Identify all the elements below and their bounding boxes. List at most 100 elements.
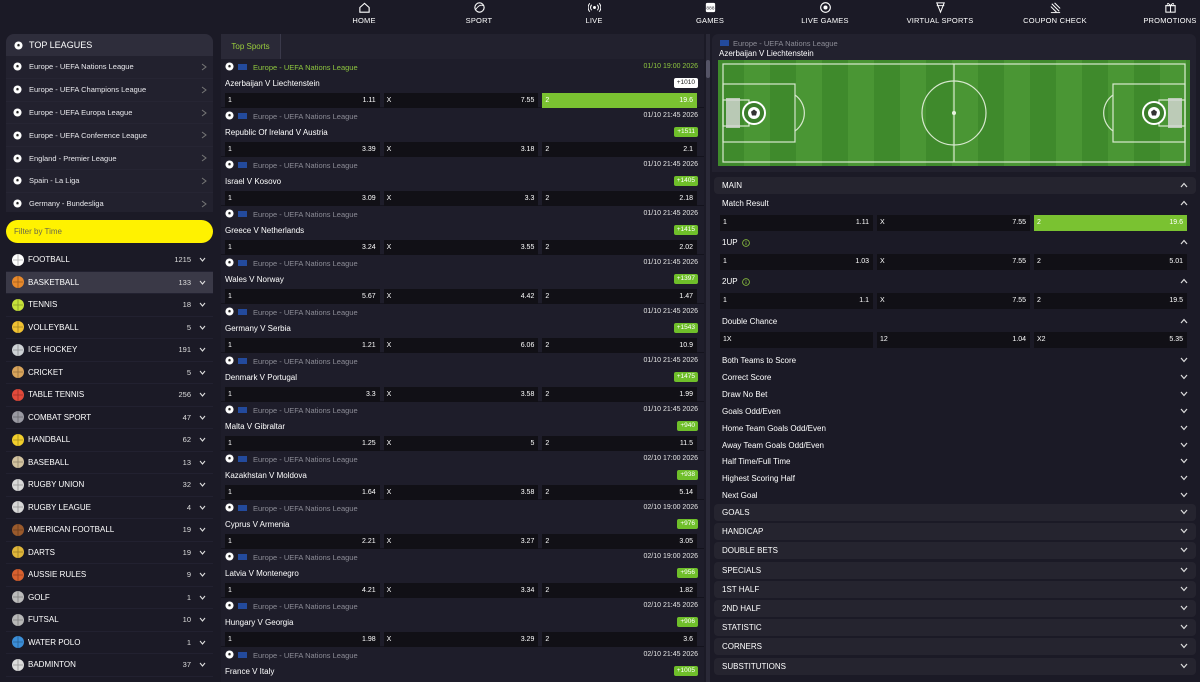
market-1up[interactable]: 1UP (714, 234, 1196, 251)
market-draw-no-bet[interactable]: Draw No Bet (714, 386, 1196, 403)
odd-home-button[interactable]: 1 3.09 (225, 191, 380, 206)
market-odd-button[interactable]: 1 1.03 (720, 254, 873, 270)
sport-item-tennis[interactable]: TENNIS 18 (6, 294, 213, 317)
market-goals-odd-even[interactable]: Goals Odd/Even (714, 403, 1196, 420)
market-odd-button[interactable]: 2 5.01 (1034, 254, 1187, 270)
sport-item-table-tennis[interactable]: TABLE TENNIS 256 (6, 384, 213, 407)
info-icon[interactable] (741, 238, 750, 247)
odd-home-button[interactable]: 1 1.21 (225, 338, 380, 353)
section-double-bets[interactable]: DOUBLE BETS (714, 542, 1196, 560)
match-card[interactable]: Europe - UEFA Nations League 01/10 19:00… (221, 59, 704, 108)
more-markets-badge[interactable]: +976 (677, 519, 698, 529)
nav-live[interactable]: LIVE (554, 0, 634, 27)
match-card[interactable]: Europe - UEFA Nations League 02/10 19:00… (221, 500, 704, 549)
sport-item-baseball[interactable]: BASEBALL 13 (6, 452, 213, 474)
section-corners[interactable]: CORNERS (714, 638, 1196, 656)
odd-away-button[interactable]: 2 2.1 (542, 142, 698, 157)
tab-top-sports[interactable]: Top Sports (221, 34, 281, 59)
match-card[interactable]: Europe - UEFA Nations League 01/10 21:45… (221, 402, 704, 451)
more-markets-badge[interactable]: +906 (677, 617, 698, 627)
more-markets-badge[interactable]: +1397 (673, 274, 698, 284)
sport-item-ice-hockey[interactable]: ICE HOCKEY 191 (6, 339, 213, 362)
match-card[interactable]: Europe - UEFA Nations League 02/10 21:45… (221, 598, 704, 647)
filter-by-time-input[interactable] (6, 220, 213, 243)
market-odd-button[interactable]: 1X (720, 332, 873, 348)
odd-draw-button[interactable]: X 4.42 (383, 289, 539, 304)
league-item[interactable]: Europe - UEFA Conference League (6, 124, 213, 148)
odd-away-button[interactable]: 2 3.6 (542, 632, 698, 647)
league-item[interactable]: Europe - UEFA Champions League (6, 79, 213, 102)
odd-away-button[interactable]: 2 2.02 (542, 240, 698, 255)
sport-item-badminton[interactable]: BADMINTON 37 (6, 654, 213, 677)
nav-live-games[interactable]: LIVE GAMES (785, 0, 865, 27)
market-odd-button[interactable]: 2 19.5 (1034, 293, 1187, 309)
match-card[interactable]: Europe - UEFA Nations League 01/10 21:45… (221, 157, 704, 206)
match-card[interactable]: Europe - UEFA Nations League 02/10 17:00… (221, 451, 704, 500)
odd-draw-button[interactable]: X5 (383, 436, 539, 451)
odd-away-button[interactable]: 2 19.6 (542, 93, 698, 108)
market-odd-button[interactable]: 2 19.6 (1034, 215, 1187, 231)
market-match-result[interactable]: Match Result (714, 195, 1196, 212)
odd-draw-button[interactable]: X 3.27 (383, 534, 539, 549)
more-markets-badge[interactable]: +1475 (673, 372, 698, 382)
nav-home[interactable]: HOME (324, 0, 404, 27)
odd-away-button[interactable]: 2 3.05 (542, 534, 698, 549)
sport-item-rugby-league[interactable]: RUGBY LEAGUE 4 (6, 497, 213, 519)
odd-draw-button[interactable]: X 7.55 (383, 93, 539, 108)
match-list-scroll-thumb[interactable] (706, 60, 710, 78)
odd-home-button[interactable]: 1 1.11 (225, 93, 380, 108)
section-2nd-half[interactable]: 2ND HALF (714, 600, 1196, 617)
sport-item-cricket[interactable]: CRICKET 5 (6, 362, 213, 384)
more-markets-badge[interactable]: +1543 (673, 323, 698, 333)
market-odd-button[interactable]: X 7.55 (877, 215, 1030, 231)
odd-home-button[interactable]: 1 3.24 (225, 240, 380, 255)
nav-promotions[interactable]: PROMOTIONS (1130, 0, 1200, 27)
nav-sport[interactable]: SPORT (439, 0, 519, 27)
sport-item-football[interactable]: FOOTBALL 1215 (6, 249, 213, 272)
more-markets-badge[interactable]: +1005 (673, 666, 698, 676)
match-card[interactable]: Europe - UEFA Nations League 02/10 19:00… (221, 549, 704, 598)
market-odd-button[interactable]: X2 5.35 (1034, 332, 1187, 348)
market-odd-button[interactable]: 1 1.11 (720, 215, 873, 231)
odd-away-button[interactable]: 2 1.47 (542, 289, 698, 304)
match-list-scrollbar[interactable] (706, 34, 710, 682)
odd-home-button[interactable]: 1 5.67 (225, 289, 380, 304)
sport-item-water-polo[interactable]: WATER POLO 1 (6, 632, 213, 654)
sport-item-golf[interactable]: GOLF 1 (6, 587, 213, 609)
odd-away-button[interactable]: 2 1.82 (542, 583, 698, 598)
odd-draw-button[interactable]: X 3.58 (383, 387, 539, 402)
more-markets-badge[interactable]: +1405 (673, 176, 698, 186)
nav-games[interactable]: 888 GAMES (670, 0, 750, 27)
more-markets-badge[interactable]: +1511 (674, 127, 698, 137)
odd-away-button[interactable]: 2 10.9 (542, 338, 698, 353)
market-double-chance[interactable]: Double Chance (714, 313, 1196, 330)
section-goals[interactable]: GOALS (714, 504, 1196, 521)
more-markets-badge[interactable]: +1415 (673, 225, 698, 235)
odd-home-button[interactable]: 1 3.39 (225, 142, 380, 157)
market-odd-button[interactable]: X 7.55 (877, 254, 1030, 270)
market-correct-score[interactable]: Correct Score (714, 369, 1196, 386)
match-card[interactable]: Europe - UEFA Nations League 01/10 21:45… (221, 353, 704, 402)
league-item[interactable]: Europe - UEFA Nations League (6, 56, 213, 79)
section-specials[interactable]: SPECIALS (714, 561, 1196, 579)
section-substitutions[interactable]: SUBSTITUTIONS (714, 657, 1196, 675)
odd-home-button[interactable]: 1 1.64 (225, 485, 380, 500)
more-markets-badge[interactable]: +938 (677, 470, 698, 480)
odd-home-button[interactable]: 1 3.3 (225, 387, 380, 402)
sport-item-darts[interactable]: DARTS 19 (6, 542, 213, 564)
odd-home-button[interactable]: 1 4.21 (225, 583, 380, 598)
match-card[interactable]: Europe - UEFA Nations League 02/10 21:45… (221, 647, 704, 682)
odd-away-button[interactable]: 2 5.14 (542, 485, 698, 500)
section-handicap[interactable]: HANDICAP (714, 523, 1196, 541)
market-2up[interactable]: 2UP (714, 273, 1196, 290)
market-next-goal[interactable]: Next Goal (714, 487, 1196, 504)
match-card[interactable]: Europe - UEFA Nations League 01/10 21:45… (221, 255, 704, 304)
market-both-teams-to-score[interactable]: Both Teams to Score (714, 352, 1196, 369)
odd-home-button[interactable]: 1 1.25 (225, 436, 380, 451)
market-odd-button[interactable]: X 7.55 (877, 293, 1030, 309)
odd-home-button[interactable]: 1 1.98 (225, 632, 380, 647)
odd-draw-button[interactable]: X 3.34 (383, 583, 539, 598)
market-away-team-goals-odd-even[interactable]: Away Team Goals Odd/Even (714, 437, 1196, 454)
info-icon[interactable] (741, 277, 750, 286)
odd-draw-button[interactable]: X 3.55 (383, 240, 539, 255)
